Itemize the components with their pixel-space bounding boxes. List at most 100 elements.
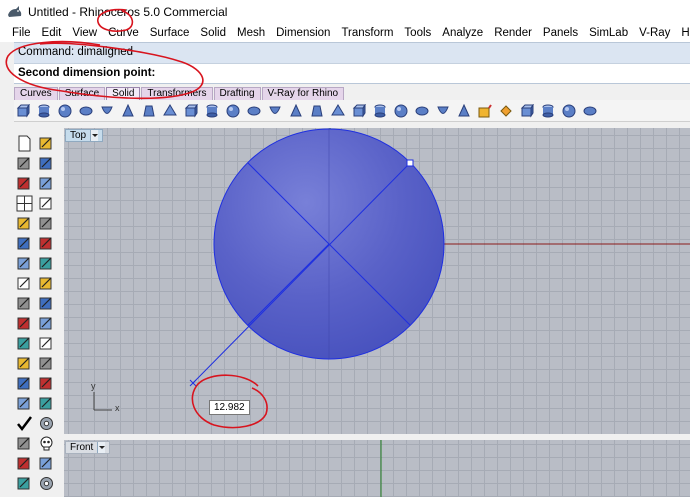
boolean-intersection-icon[interactable] <box>415 104 429 118</box>
tab-drafting[interactable]: Drafting <box>213 87 261 100</box>
viewport-layout-icon[interactable] <box>16 195 33 212</box>
viewport-menu-arrow-icon[interactable] <box>97 442 106 453</box>
settings-icon[interactable] <box>38 475 55 492</box>
text-icon[interactable] <box>16 475 33 492</box>
chamfer-edge-icon[interactable] <box>478 103 492 118</box>
select-points-icon[interactable] <box>38 235 55 252</box>
menu-mesh[interactable]: Mesh <box>237 27 265 39</box>
tab-curves[interactable]: Curves <box>14 87 58 100</box>
box-solid-icon[interactable] <box>16 295 33 312</box>
menu-curve[interactable]: Curve <box>108 27 139 39</box>
skull-icon[interactable] <box>38 435 55 452</box>
rotate-icon[interactable] <box>38 275 55 292</box>
polyline-icon[interactable] <box>16 355 33 372</box>
select-icon[interactable] <box>16 235 33 252</box>
solid-toolbar <box>14 100 690 122</box>
boolean-split-icon[interactable] <box>436 104 450 118</box>
print-icon[interactable] <box>16 175 33 192</box>
move-face-icon[interactable] <box>520 103 534 118</box>
check-icon[interactable] <box>16 415 33 432</box>
viewport-tab-front[interactable]: Front <box>65 441 111 454</box>
cone-icon[interactable] <box>121 103 135 118</box>
viewport-front[interactable]: Front <box>64 440 690 497</box>
surface-loft-icon[interactable] <box>38 355 55 372</box>
circle-icon[interactable] <box>38 395 55 412</box>
box-icon[interactable] <box>16 103 30 118</box>
boolean-icon[interactable] <box>352 103 366 118</box>
curve-icon[interactable] <box>38 375 55 392</box>
dimension-value-tooltip: 12.982 <box>209 400 250 415</box>
gear-icon[interactable] <box>38 415 55 432</box>
slab-icon[interactable] <box>310 104 324 118</box>
menu-simlab[interactable]: SimLab <box>589 27 628 39</box>
fillet-edge-icon[interactable] <box>457 103 471 118</box>
tab-surface[interactable]: Surface <box>58 87 106 100</box>
command-prompt[interactable]: Second dimension point: <box>14 63 690 84</box>
properties-icon[interactable] <box>16 215 33 232</box>
point-icon[interactable] <box>16 255 33 272</box>
printer-setup-icon[interactable] <box>38 175 55 192</box>
solid-edit-icon[interactable] <box>499 104 513 118</box>
viewport-top-canvas[interactable] <box>64 128 690 434</box>
save-as-icon[interactable] <box>38 155 55 172</box>
menu-view[interactable]: View <box>72 27 97 39</box>
menu-panels[interactable]: Panels <box>543 27 578 39</box>
point-cloud-icon[interactable] <box>38 255 55 272</box>
cap-icon[interactable] <box>331 103 345 118</box>
render-icon[interactable] <box>38 215 55 232</box>
menu-edit[interactable]: Edit <box>42 27 62 39</box>
sweep-icon[interactable] <box>16 455 33 472</box>
truncated-cone-icon[interactable] <box>142 104 156 118</box>
tab-vray-for-rhino[interactable]: V-Ray for Rhino <box>261 87 345 100</box>
dimension-grip[interactable] <box>406 159 414 167</box>
menu-dimension[interactable]: Dimension <box>276 27 330 39</box>
rhino-app-icon <box>8 6 22 17</box>
shade-icon[interactable] <box>16 315 33 332</box>
viewport-menu-arrow-icon[interactable] <box>90 130 99 141</box>
extrude-icon[interactable] <box>247 104 261 118</box>
menu-tools[interactable]: Tools <box>404 27 431 39</box>
render-preview-icon[interactable] <box>38 315 55 332</box>
sphere-icon[interactable] <box>58 104 72 118</box>
solid-analysis-icon[interactable] <box>583 104 597 118</box>
menu-file[interactable]: File <box>12 27 31 39</box>
viewport-front-canvas[interactable] <box>64 440 690 497</box>
menu-help[interactable]: Help <box>681 27 690 39</box>
viewport-top[interactable]: Top y x 12.982 <box>64 128 690 434</box>
mirror-icon[interactable] <box>16 275 33 292</box>
grid-snap-icon[interactable] <box>16 335 33 352</box>
rectangle-icon[interactable] <box>16 395 33 412</box>
boolean-difference-icon[interactable] <box>394 104 408 118</box>
menu-render[interactable]: Render <box>494 27 532 39</box>
ellipsoid-icon[interactable] <box>79 104 93 118</box>
fillet-icon[interactable] <box>38 455 55 472</box>
tab-transformers[interactable]: Transformers <box>141 87 213 100</box>
box-edit-icon[interactable] <box>38 295 55 312</box>
menu-analyze[interactable]: Analyze <box>442 27 483 39</box>
cylinder-icon[interactable] <box>37 104 51 118</box>
pipe-icon[interactable] <box>205 104 219 118</box>
extract-surface-icon[interactable] <box>541 104 555 118</box>
paraboloid-icon[interactable] <box>100 104 114 118</box>
menu-solid[interactable]: Solid <box>200 27 226 39</box>
menu-surface[interactable]: Surface <box>150 27 190 39</box>
new-file-icon[interactable] <box>16 135 33 152</box>
boolean-union-icon[interactable] <box>373 104 387 118</box>
viewport-tab-top[interactable]: Top <box>65 129 104 142</box>
line-icon[interactable] <box>16 375 33 392</box>
surface-edit-icon[interactable] <box>38 335 55 352</box>
viewport-label-top: Top <box>70 130 87 141</box>
pyramid-icon[interactable] <box>163 103 177 118</box>
ribbon-icon[interactable] <box>289 103 303 118</box>
open-file-icon[interactable] <box>38 135 55 152</box>
extrude-curve-icon[interactable] <box>268 104 282 118</box>
merge-faces-icon[interactable] <box>562 104 576 118</box>
save-icon[interactable] <box>16 155 33 172</box>
cube-icon[interactable] <box>16 435 33 452</box>
tab-solid[interactable]: Solid <box>106 87 141 100</box>
layers-icon[interactable] <box>38 195 55 212</box>
menu-vray[interactable]: V-Ray <box>639 27 670 39</box>
tube-icon[interactable] <box>184 103 198 118</box>
torus-icon[interactable] <box>226 104 240 118</box>
menu-transform[interactable]: Transform <box>341 27 393 39</box>
